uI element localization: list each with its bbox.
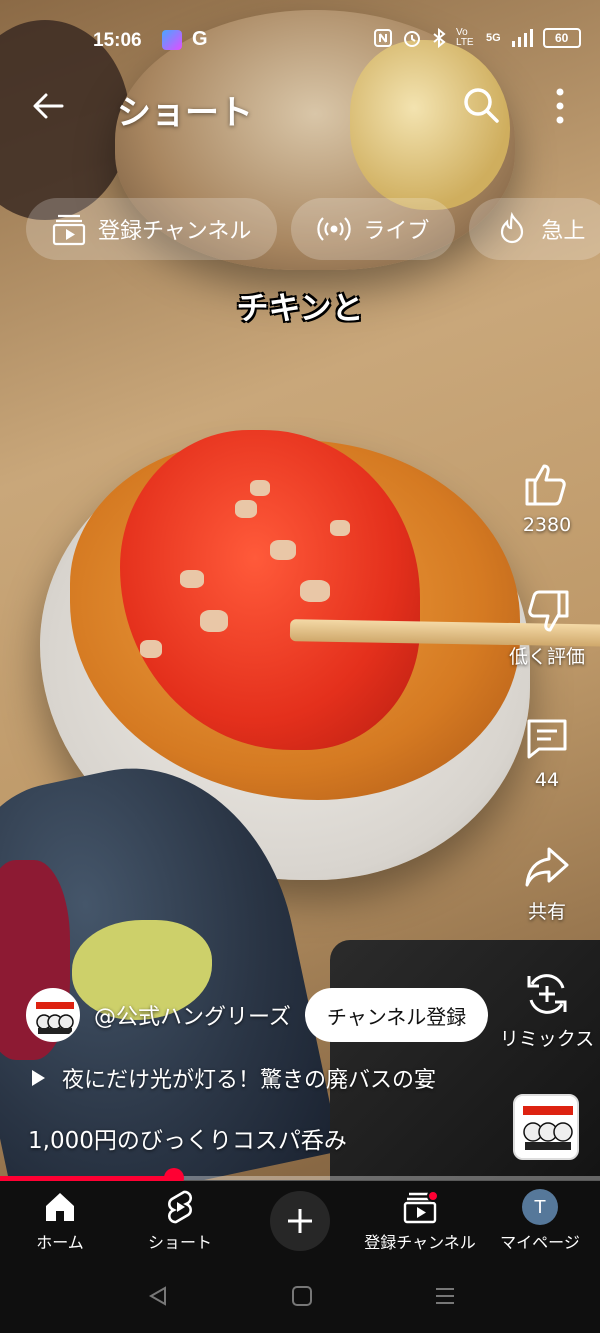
share-icon <box>525 847 569 887</box>
play-icon <box>32 1070 45 1086</box>
video-title-row[interactable]: 夜にだけ光が灯る！驚きの廃バスの宴 <box>30 1062 436 1094</box>
channel-avatar[interactable] <box>26 988 80 1042</box>
garlic-bit <box>300 580 330 602</box>
garlic-bit <box>250 480 270 496</box>
search-icon[interactable] <box>462 86 500 124</box>
filter-chips: 登録チャンネル ライブ 急上 <box>26 198 600 260</box>
alarm-icon <box>404 31 420 47</box>
dislike-label: 低く評価 <box>508 646 585 668</box>
garlic-bit <box>235 500 257 518</box>
system-nav-bar <box>0 1261 600 1333</box>
nav-label: ショート <box>147 1233 212 1252</box>
plus-icon <box>288 1209 312 1233</box>
chip-subscriptions[interactable]: 登録チャンネル <box>26 198 278 260</box>
comment-count: 44 <box>534 769 560 791</box>
signal-icon <box>511 29 533 47</box>
hungries-logo-icon <box>28 990 78 1040</box>
chip-live[interactable]: ライブ <box>291 198 456 260</box>
page-title: ショート <box>117 93 253 133</box>
nfc-icon <box>374 29 392 47</box>
like-button[interactable]: 2380 <box>497 460 597 536</box>
chip-label: 急上 <box>541 219 586 244</box>
remix-label: リミックス <box>499 1028 595 1050</box>
sound-thumbnail[interactable] <box>513 1094 579 1160</box>
nav-home[interactable]: ホーム <box>0 1189 120 1253</box>
share-label: 共有 <box>527 901 566 923</box>
home-icon <box>46 1193 74 1221</box>
bluetooth-icon <box>433 28 446 48</box>
shorts-icon <box>167 1190 193 1224</box>
garlic-bit <box>330 520 350 536</box>
video-caption: チキンと <box>236 289 364 327</box>
garlic-bit <box>200 610 228 632</box>
chip-label: ライブ <box>363 219 430 244</box>
channel-handle[interactable]: @公式ハングリーズ <box>94 999 291 1031</box>
thumbs-down-icon <box>528 590 569 632</box>
channel-row: @公式ハングリーズ チャンネル登録 <box>26 988 489 1042</box>
back-arrow-icon[interactable] <box>30 88 66 124</box>
garlic-bit <box>140 640 162 658</box>
chip-trending[interactable]: 急上 <box>469 198 600 260</box>
user-avatar: T <box>522 1189 558 1225</box>
remix-icon <box>527 974 567 1014</box>
trending-icon <box>501 212 524 244</box>
volte-label: Vo LTE <box>456 27 474 48</box>
comments-button[interactable]: 44 <box>497 715 597 791</box>
photos-app-icon <box>162 30 182 50</box>
nav-mypage[interactable]: T マイページ <box>480 1189 600 1253</box>
garlic-bit <box>180 570 204 588</box>
system-back-icon[interactable] <box>147 1285 169 1307</box>
chip-label: 登録チャンネル <box>98 219 252 244</box>
comment-icon <box>527 719 567 759</box>
garlic-bit <box>270 540 296 560</box>
google-icon: G <box>192 28 208 50</box>
top-app-bar: ショート <box>0 80 600 140</box>
network-label: 5G <box>486 32 501 44</box>
video-description[interactable]: 1,000円のびっくりコスパ呑み <box>28 1121 347 1155</box>
system-home-icon[interactable] <box>291 1285 313 1307</box>
notification-dot <box>427 1190 439 1202</box>
system-menu-icon[interactable] <box>434 1285 456 1307</box>
nav-label: ホーム <box>36 1233 84 1252</box>
remix-button[interactable]: リミックス <box>497 970 597 1051</box>
subscribe-button[interactable]: チャンネル登録 <box>304 988 489 1042</box>
share-button[interactable]: 共有 <box>497 843 597 924</box>
dislike-button[interactable]: 低く評価 <box>497 588 597 669</box>
nav-shorts[interactable]: ショート <box>120 1189 240 1253</box>
hungries-logo-icon <box>515 1096 577 1158</box>
like-count: 2380 <box>522 514 572 536</box>
nav-subscriptions[interactable]: 登録チャンネル <box>360 1189 480 1253</box>
status-time: 15:06 <box>93 30 142 51</box>
live-icon <box>317 217 352 241</box>
video-title: 夜にだけ光が灯る！驚きの廃バスの宴 <box>62 1068 437 1093</box>
nav-label: マイページ <box>500 1233 580 1252</box>
battery-indicator: 60 <box>542 28 581 48</box>
bottom-nav: ホーム ショート 登録チャンネル T マイページ <box>0 1181 600 1261</box>
status-bar: 15:06 G Vo LTE 5G 60 <box>0 0 600 80</box>
nav-label: 登録チャンネル <box>364 1233 476 1252</box>
more-vert-icon[interactable] <box>548 86 572 126</box>
thumbs-up-icon <box>525 464 566 506</box>
subscriptions-icon <box>52 214 86 246</box>
create-button[interactable] <box>270 1191 330 1251</box>
